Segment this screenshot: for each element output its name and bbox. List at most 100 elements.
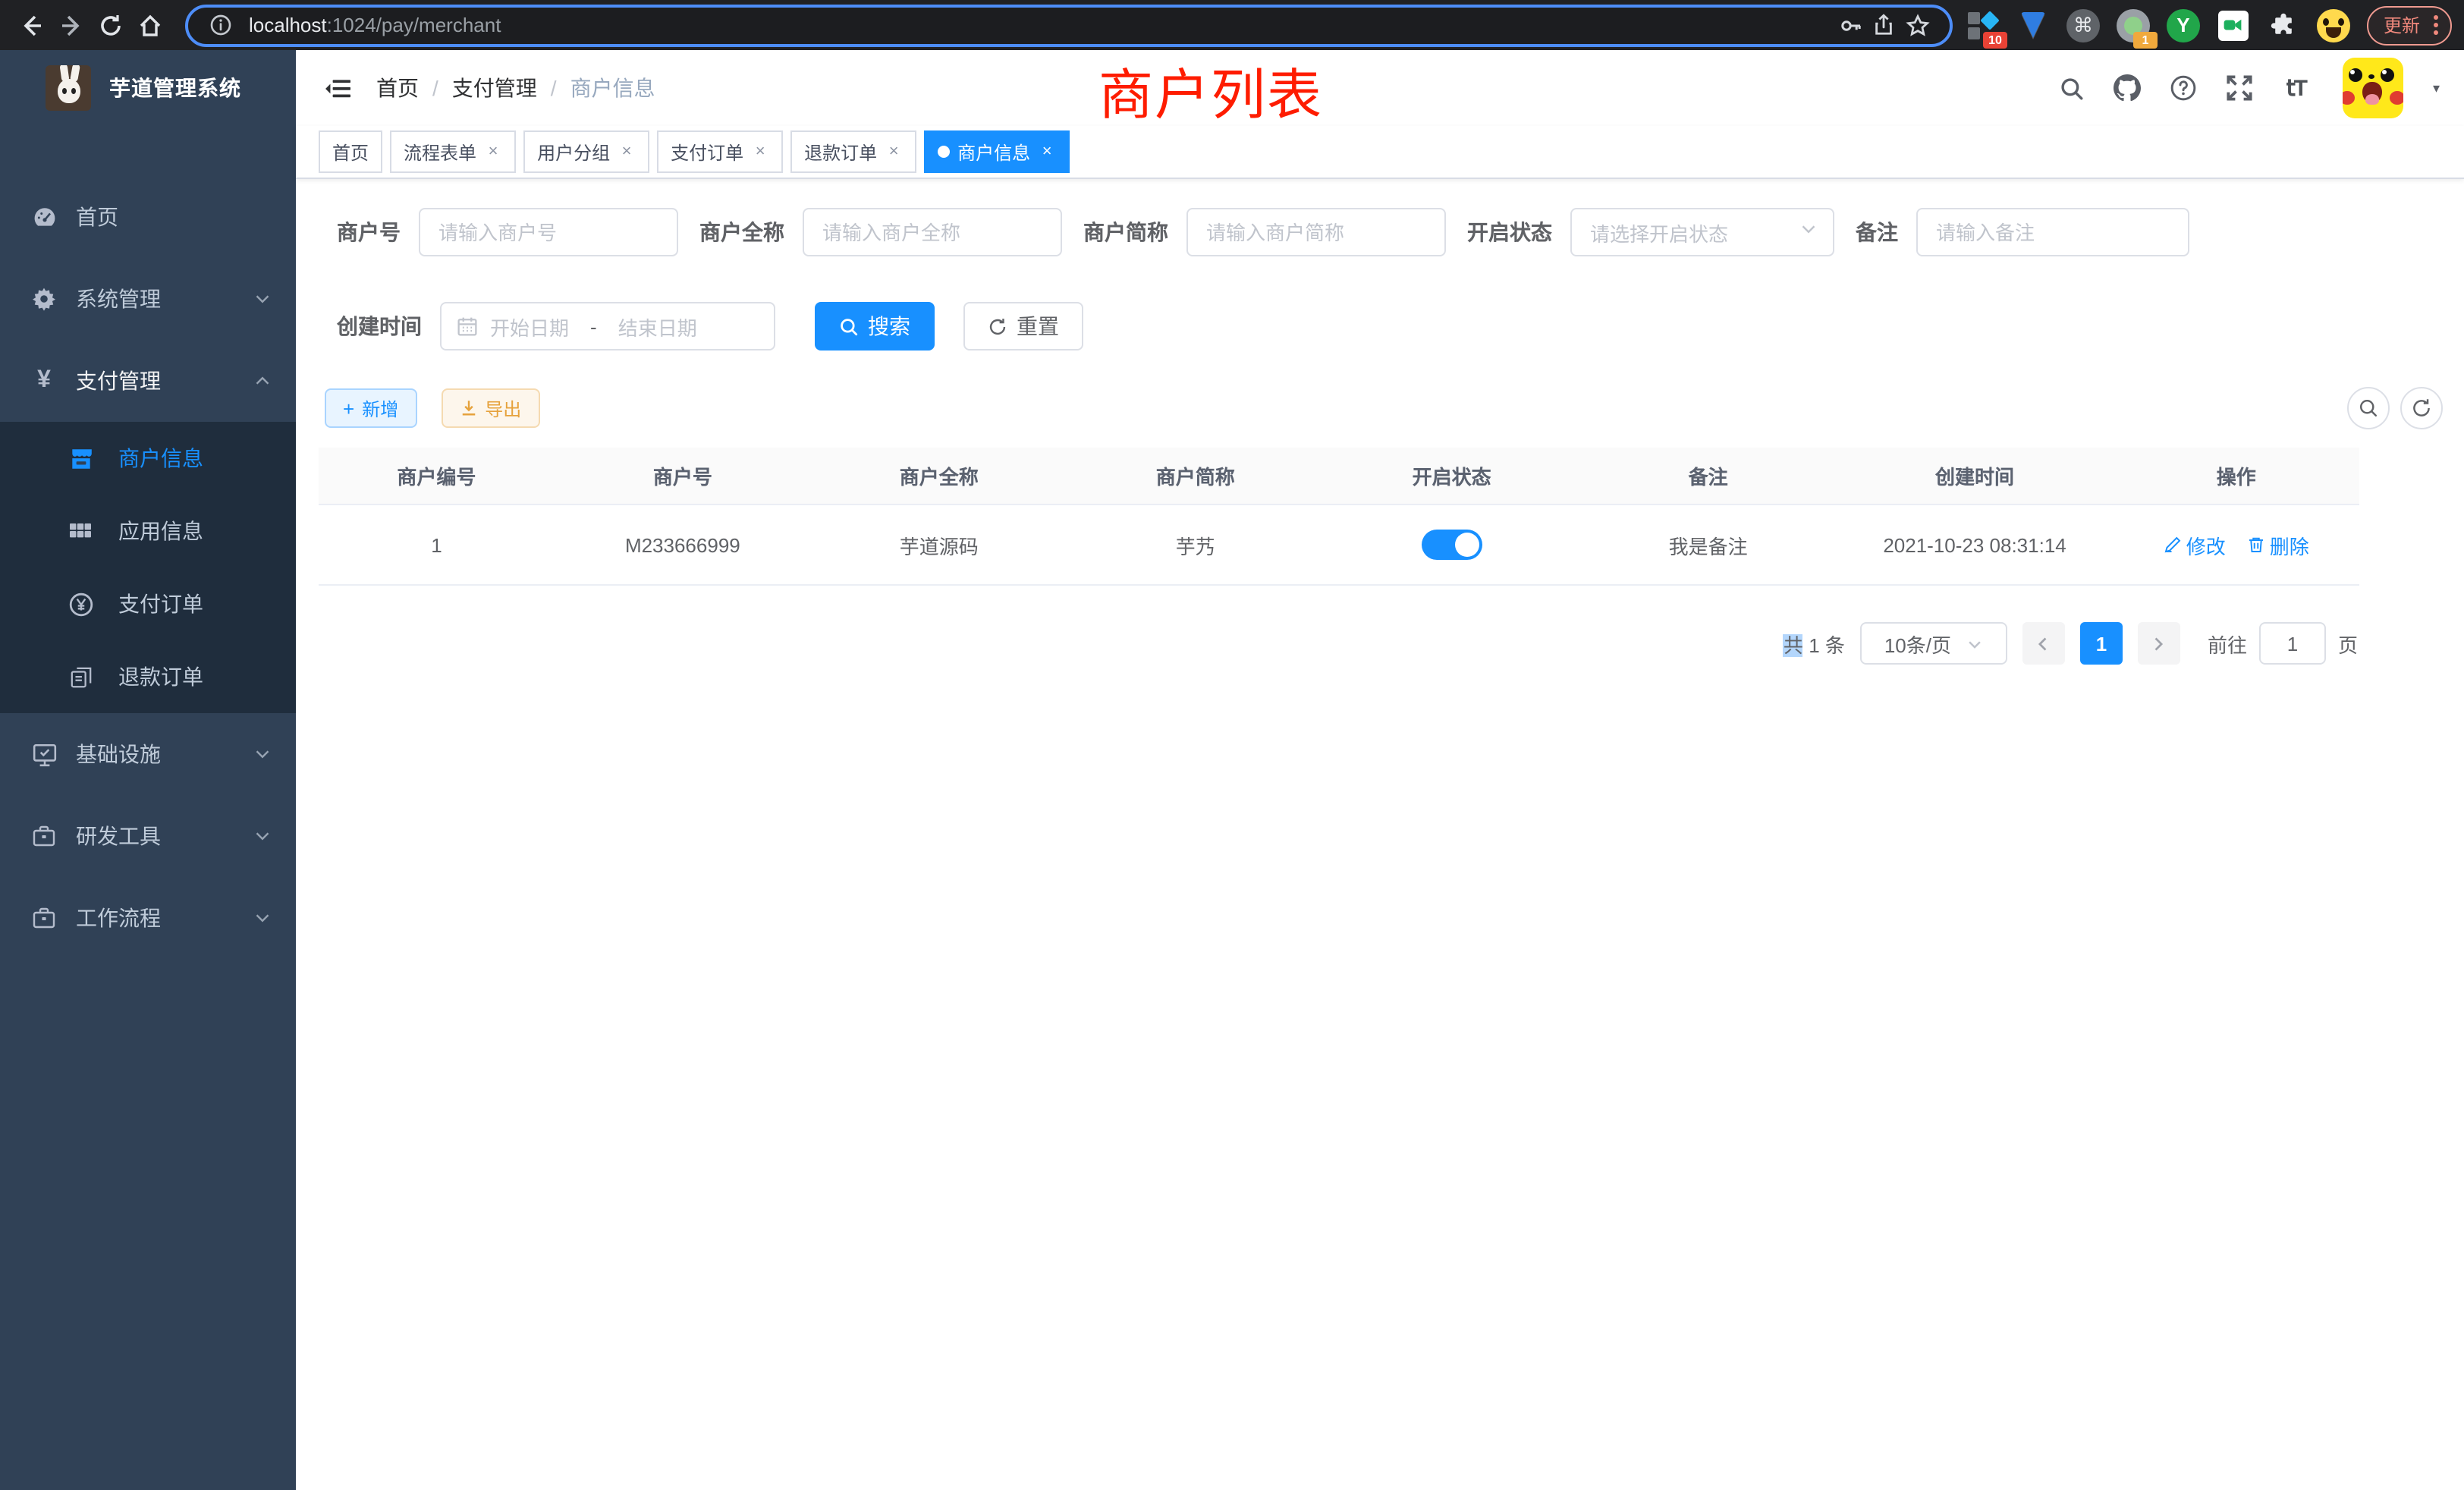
font-size-icon[interactable]: 𝗍T [2281, 73, 2312, 103]
merchant-table: 商户编号商户号商户全称商户简称开启状态备注创建时间操作1M233666999芋道… [319, 448, 2359, 586]
sidebar-fold-icon[interactable] [320, 71, 354, 105]
app-logo[interactable]: 芋道管理系统 [0, 50, 296, 126]
fullscreen-icon[interactable] [2225, 73, 2255, 103]
filter-create-time: 创建时间 开始日期 - 结束日期 [337, 302, 775, 350]
tab-3[interactable]: 支付订单 × [657, 130, 783, 173]
filter-input-2[interactable] [1186, 208, 1446, 256]
filter-label: 备注 [1856, 217, 1898, 247]
filter-item-1: 商户全称 [699, 208, 1062, 256]
status-toggle[interactable] [1422, 530, 1482, 560]
chevron-right-icon [2151, 635, 2167, 652]
toggle-search-icon[interactable] [2347, 387, 2390, 429]
filter-label: 开启状态 [1467, 217, 1552, 247]
site-info-icon[interactable] [203, 8, 237, 42]
tab-5[interactable]: 商户信息× [924, 130, 1070, 173]
column-header: 备注 [1580, 448, 1837, 505]
shop-icon [67, 445, 94, 472]
date-start-placeholder: 开始日期 [490, 312, 569, 341]
date-range-input[interactable]: 开始日期 - 结束日期 [440, 302, 775, 350]
edit-link[interactable]: 修改 [2164, 530, 2226, 559]
browser-menu-icon[interactable] [2428, 15, 2444, 35]
close-tab-icon[interactable]: × [885, 143, 903, 161]
browser-back-icon[interactable] [12, 5, 52, 45]
sidebar-item-5[interactable]: 支付订单 [0, 567, 296, 640]
close-tab-icon[interactable]: × [618, 143, 636, 161]
filter-input-4[interactable] [1916, 208, 2189, 256]
filter-input-1[interactable] [803, 208, 1062, 256]
tab-0[interactable]: 首页 [319, 130, 382, 173]
grid-icon [67, 517, 94, 545]
ext-y-icon[interactable]: Y [2165, 7, 2202, 43]
sidebar-item-label: 应用信息 [118, 516, 272, 546]
page-number-button[interactable]: 1 [2080, 622, 2123, 665]
chevron-down-icon [1799, 218, 1818, 246]
ext-command-icon[interactable]: ⌘ [2065, 7, 2101, 43]
sidebar-item-8[interactable]: 研发工具 [0, 795, 296, 877]
refresh-table-icon[interactable] [2400, 387, 2443, 429]
close-tab-icon[interactable]: × [484, 143, 502, 161]
sidebar-item-9[interactable]: 工作流程 [0, 877, 296, 959]
browser-forward-icon[interactable] [52, 5, 91, 45]
bookmark-star-icon[interactable] [1901, 8, 1934, 42]
sidebar-item-7[interactable]: 基础设施 [0, 713, 296, 795]
sidebar-item-2[interactable]: ¥支付管理 [0, 340, 296, 422]
ext-avatar-smiley-icon[interactable] [2315, 7, 2352, 43]
add-button[interactable]: + 新增 [325, 388, 416, 428]
status-select[interactable]: 请选择开启状态 [1570, 208, 1834, 256]
dashboard-icon [30, 203, 58, 231]
ext-puzzle-icon[interactable] [2265, 7, 2302, 43]
avatar-caret-icon[interactable]: ▾ [2433, 80, 2440, 96]
sidebar-item-3[interactable]: 商户信息 [0, 422, 296, 495]
export-button[interactable]: 导出 [441, 388, 539, 428]
filter-item-3: 开启状态请选择开启状态 [1467, 208, 1834, 256]
reset-button[interactable]: 重置 [963, 302, 1083, 350]
password-key-icon[interactable] [1834, 8, 1868, 42]
url-text: localhost:1024/pay/merchant [249, 14, 1834, 36]
page-size-select[interactable]: 10条/页 [1860, 622, 2007, 665]
sidebar-item-4[interactable]: 应用信息 [0, 495, 296, 567]
ext-tampermonkey-icon[interactable]: 10 [1965, 7, 2001, 43]
tab-4[interactable]: 退款订单× [790, 130, 916, 173]
logo-rabbit-image [46, 65, 91, 111]
goto-page-input[interactable] [2259, 622, 2326, 665]
yen-circle-icon [67, 590, 94, 618]
search-icon [839, 316, 859, 336]
close-tab-icon[interactable]: × [1038, 143, 1056, 161]
breadcrumb-home[interactable]: 首页 [376, 73, 419, 103]
ext-meet-icon[interactable] [2215, 7, 2252, 43]
prev-page-button[interactable] [2022, 622, 2065, 665]
search-icon[interactable] [2057, 73, 2087, 103]
user-avatar[interactable] [2343, 58, 2404, 118]
ext-kite-icon[interactable] [2015, 7, 2051, 43]
close-tab-icon[interactable]: × [751, 143, 769, 161]
next-page-button[interactable] [2138, 622, 2180, 665]
delete-link[interactable]: 删除 [2247, 530, 2309, 559]
chevron-down-icon [253, 290, 272, 308]
trash-icon [2247, 536, 2265, 554]
browser-reload-icon[interactable] [91, 5, 130, 45]
table-toolbar: + 新增 导出 [319, 387, 2443, 429]
sidebar-item-0[interactable]: 首页 [0, 176, 296, 258]
browser-update-button[interactable]: 更新 [2367, 5, 2452, 45]
sidebar-item-1[interactable]: 系统管理 [0, 258, 296, 340]
ext-proxy-icon[interactable]: 1 [2115, 7, 2151, 43]
tab-1[interactable]: 流程表单× [390, 130, 516, 173]
filter-input-0[interactable] [419, 208, 678, 256]
breadcrumb-pay[interactable]: 支付管理 [452, 73, 537, 103]
ext-badge: 10 [1983, 31, 2007, 48]
filter-label: 创建时间 [337, 311, 422, 341]
sidebar-submenu: 商户信息应用信息支付订单退款订单 [0, 422, 296, 713]
sidebar-item-6[interactable]: 退款订单 [0, 640, 296, 713]
share-icon[interactable] [1868, 8, 1901, 42]
tab-2[interactable]: 用户分组× [523, 130, 649, 173]
help-icon[interactable] [2169, 73, 2199, 103]
remark-cell: 我是备注 [1580, 505, 1837, 585]
address-bar[interactable]: localhost:1024/pay/merchant [185, 4, 1953, 46]
browser-home-icon[interactable] [130, 5, 170, 45]
calendar-icon [457, 316, 478, 337]
merchant-no: M233666999 [555, 505, 811, 585]
table-utility-buttons [2347, 387, 2443, 429]
search-button[interactable]: 搜索 [815, 302, 935, 350]
tab-label: 支付订单 [671, 139, 743, 165]
github-icon[interactable] [2113, 73, 2143, 103]
